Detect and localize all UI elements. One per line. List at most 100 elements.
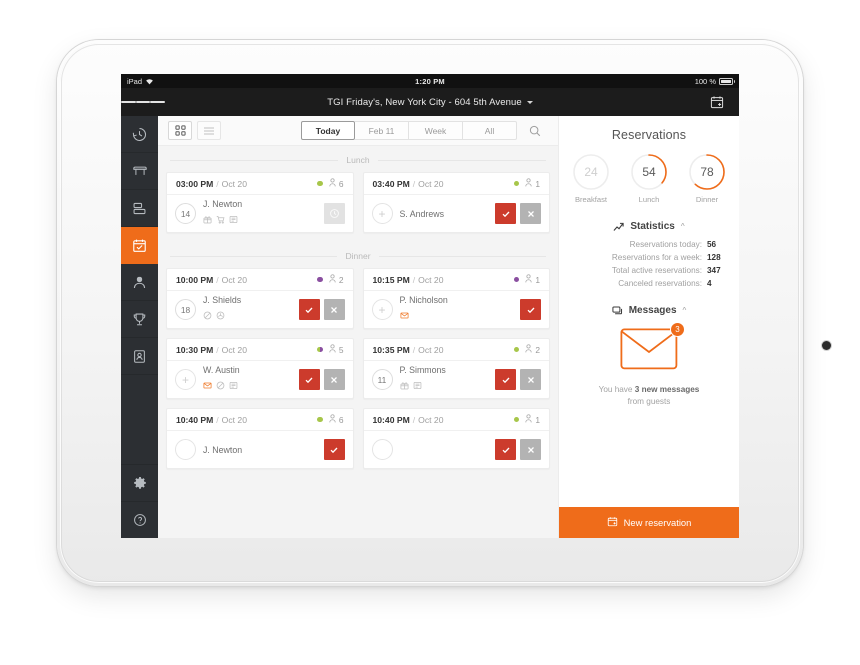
hamburger-icon[interactable] <box>121 99 166 105</box>
sidebar-item-settings[interactable] <box>121 464 158 501</box>
reservation-card-header: 10:00 PM / Oct 20 2 <box>167 269 353 291</box>
reject-button[interactable] <box>520 203 541 224</box>
grid-view-icon[interactable] <box>168 121 192 140</box>
meal-ring-gauge: 78 <box>687 152 727 192</box>
guest-tags <box>203 377 292 395</box>
chevron-up-icon[interactable]: ^ <box>681 222 685 231</box>
meal-ring[interactable]: 54 Lunch <box>623 152 675 204</box>
confirm-button[interactable] <box>495 439 516 460</box>
confirm-button[interactable] <box>520 299 541 320</box>
reservation-meta: 5 <box>317 344 344 355</box>
reservation-card[interactable]: 10:00 PM / Oct 20 2 18 J. Shields <box>166 268 354 329</box>
statistic-label: Reservations today: <box>629 240 702 249</box>
note-icon <box>229 377 238 395</box>
reject-button[interactable] <box>323 299 345 320</box>
calendar-add-icon <box>607 516 618 529</box>
table-number[interactable]: + <box>371 203 393 224</box>
status-dot <box>513 276 520 283</box>
meal-ring-gauge: 24 <box>571 152 611 192</box>
meal-ring-label: Lunch <box>638 195 660 204</box>
confirm-button[interactable] <box>495 203 516 224</box>
envelope-icon <box>400 307 409 325</box>
messages-header[interactable]: Messages ^ <box>559 292 739 324</box>
guest-count-value: 1 <box>535 274 540 285</box>
table-number[interactable] <box>175 439 196 460</box>
guest-icon <box>525 344 532 355</box>
reservation-separator: / <box>216 414 219 425</box>
status-dot <box>317 346 323 353</box>
reservation-card[interactable]: 03:00 PM / Oct 20 6 14 J. Newton <box>166 172 354 233</box>
reservation-card[interactable]: 10:40 PM / Oct 20 1 <box>362 408 550 469</box>
reservation-card[interactable]: 03:40 PM / Oct 20 1 + S. Andrews <box>362 172 550 233</box>
table-number[interactable]: 18 <box>175 299 196 320</box>
venue-label: TGI Friday's, New York City - 604 5th Av… <box>327 96 522 108</box>
calendar-add-icon[interactable] <box>695 95 739 109</box>
sidebar-item-rewards[interactable] <box>121 301 158 338</box>
status-dot <box>317 180 323 187</box>
filter-today[interactable]: Today <box>301 121 355 140</box>
reservation-card[interactable]: 10:35 PM / Oct 20 2 11 P. Simmons <box>362 338 550 399</box>
guest-icon <box>329 274 336 285</box>
guest-info: J. Newton <box>203 445 317 455</box>
reservation-card-body: J. Newton <box>167 431 353 468</box>
sidebar-item-contacts[interactable] <box>121 338 158 375</box>
new-reservation-button[interactable]: New reservation <box>559 507 739 538</box>
reservation-separator: / <box>216 178 219 189</box>
table-number[interactable]: + <box>175 369 196 390</box>
venue-selector[interactable]: TGI Friday's, New York City - 604 5th Av… <box>165 97 695 108</box>
messages-summary[interactable]: 3 You have 3 new messages from guests <box>559 322 739 408</box>
confirm-button[interactable] <box>298 369 320 390</box>
envelope-icon[interactable]: 3 <box>620 322 685 375</box>
reject-button[interactable] <box>520 439 541 460</box>
sidebar-item-help[interactable] <box>121 501 158 538</box>
date-filter-group: Today Feb 11 Week All <box>301 121 517 140</box>
new-reservation-label: New reservation <box>623 517 692 528</box>
list-view-icon[interactable] <box>197 121 221 140</box>
confirm-button[interactable] <box>495 369 516 390</box>
statistics-header[interactable]: Statistics ^ <box>559 208 739 240</box>
table-number[interactable]: 11 <box>371 369 393 390</box>
confirm-button[interactable] <box>323 439 345 460</box>
status-dot <box>513 180 520 187</box>
sidebar-item-tables[interactable] <box>121 153 158 190</box>
sidebar-item-history[interactable] <box>121 116 158 153</box>
sidebar-item-guests[interactable] <box>121 264 158 301</box>
reservation-actions <box>323 439 345 460</box>
reservation-list[interactable]: Lunch 03:00 PM / Oct 20 6 14 J. Newton 03:40 PM… <box>158 146 558 538</box>
messages-text-before: You have <box>598 385 635 394</box>
pending-clock-button[interactable] <box>323 203 345 224</box>
reservation-card[interactable]: 10:30 PM / Oct 20 5 + W. Austin <box>166 338 354 399</box>
table-number[interactable]: + <box>371 299 393 320</box>
no-entry-icon <box>203 307 212 325</box>
filter-week[interactable]: Week <box>409 121 463 140</box>
statistic-row: Reservations today: 56 <box>571 240 727 249</box>
guest-name: P. Nicholson <box>399 294 448 305</box>
reservation-meta: 1 <box>513 414 540 425</box>
reservation-card[interactable]: 10:15 PM / Oct 20 1 + P. Nicholson <box>362 268 550 329</box>
reservation-time: 10:40 PM <box>372 414 410 425</box>
filter-date[interactable]: Feb 11 <box>355 121 409 140</box>
guest-icon <box>329 414 336 425</box>
meal-ring[interactable]: 24 Breakfast <box>565 152 617 204</box>
table-number[interactable] <box>371 439 393 460</box>
guest-name: J. Newton <box>203 198 243 209</box>
reservation-date: Oct 20 <box>418 274 444 285</box>
sidebar-item-reservations[interactable] <box>121 227 158 264</box>
meal-ring[interactable]: 78 Dinner <box>681 152 733 204</box>
reservation-card-body: + P. Nicholson <box>364 291 550 328</box>
statistic-row: Reservations for a week: 128 <box>571 253 727 262</box>
reject-button[interactable] <box>520 369 541 390</box>
sidebar-item-floorplan[interactable] <box>121 190 158 227</box>
chevron-up-icon[interactable]: ^ <box>683 306 687 315</box>
reservation-card[interactable]: 10:40 PM / Oct 20 6 J. Newton <box>166 408 354 469</box>
confirm-button[interactable] <box>298 299 320 320</box>
reservation-separator: / <box>412 414 416 425</box>
reservation-card-body: 14 J. Newton <box>167 195 353 232</box>
reservation-row: 10:00 PM / Oct 20 2 18 J. Shields 10:15 PM / Oct… <box>166 268 550 329</box>
table-number[interactable]: 14 <box>175 203 196 224</box>
filter-all[interactable]: All <box>463 121 517 140</box>
messages-icon <box>612 305 623 316</box>
search-icon[interactable] <box>522 125 548 137</box>
guest-info: P. Nicholson <box>400 295 514 325</box>
reject-button[interactable] <box>323 369 345 390</box>
